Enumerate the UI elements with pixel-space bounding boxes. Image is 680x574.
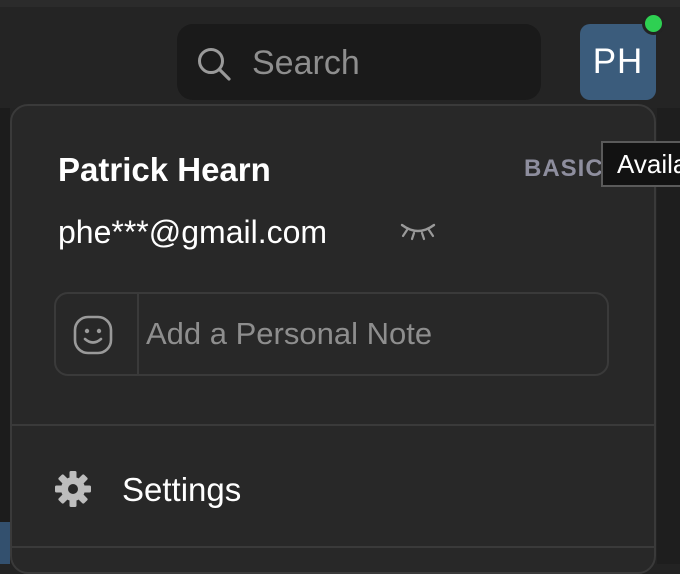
eye-closed-icon[interactable] [399, 220, 437, 242]
avatar-initials: PH [592, 42, 644, 81]
avatar[interactable]: PH [580, 24, 656, 100]
settings-label: Settings [122, 471, 242, 508]
presence-tooltip: Available [601, 141, 680, 187]
menu-item-settings[interactable] [12, 428, 654, 544]
tooltip-text: Available [617, 149, 680, 179]
presence-status-dot [642, 12, 665, 35]
top-bar-edge [0, 0, 680, 7]
search-placeholder: Search [252, 44, 360, 82]
note-divider [137, 294, 139, 374]
smiley-icon[interactable] [72, 314, 114, 356]
user-email: phe***@gmail.com [58, 214, 328, 250]
left-panel-accent [0, 522, 10, 564]
menu-divider-bottom [12, 546, 654, 548]
left-panel-edge [0, 108, 10, 564]
gear-icon [55, 471, 91, 507]
menu-divider [12, 424, 654, 426]
user-name: Patrick Hearn [58, 151, 271, 188]
plan-badge: BASIC [524, 155, 604, 182]
search-icon [198, 48, 231, 81]
personal-note-placeholder: Add a Personal Note [146, 316, 433, 351]
